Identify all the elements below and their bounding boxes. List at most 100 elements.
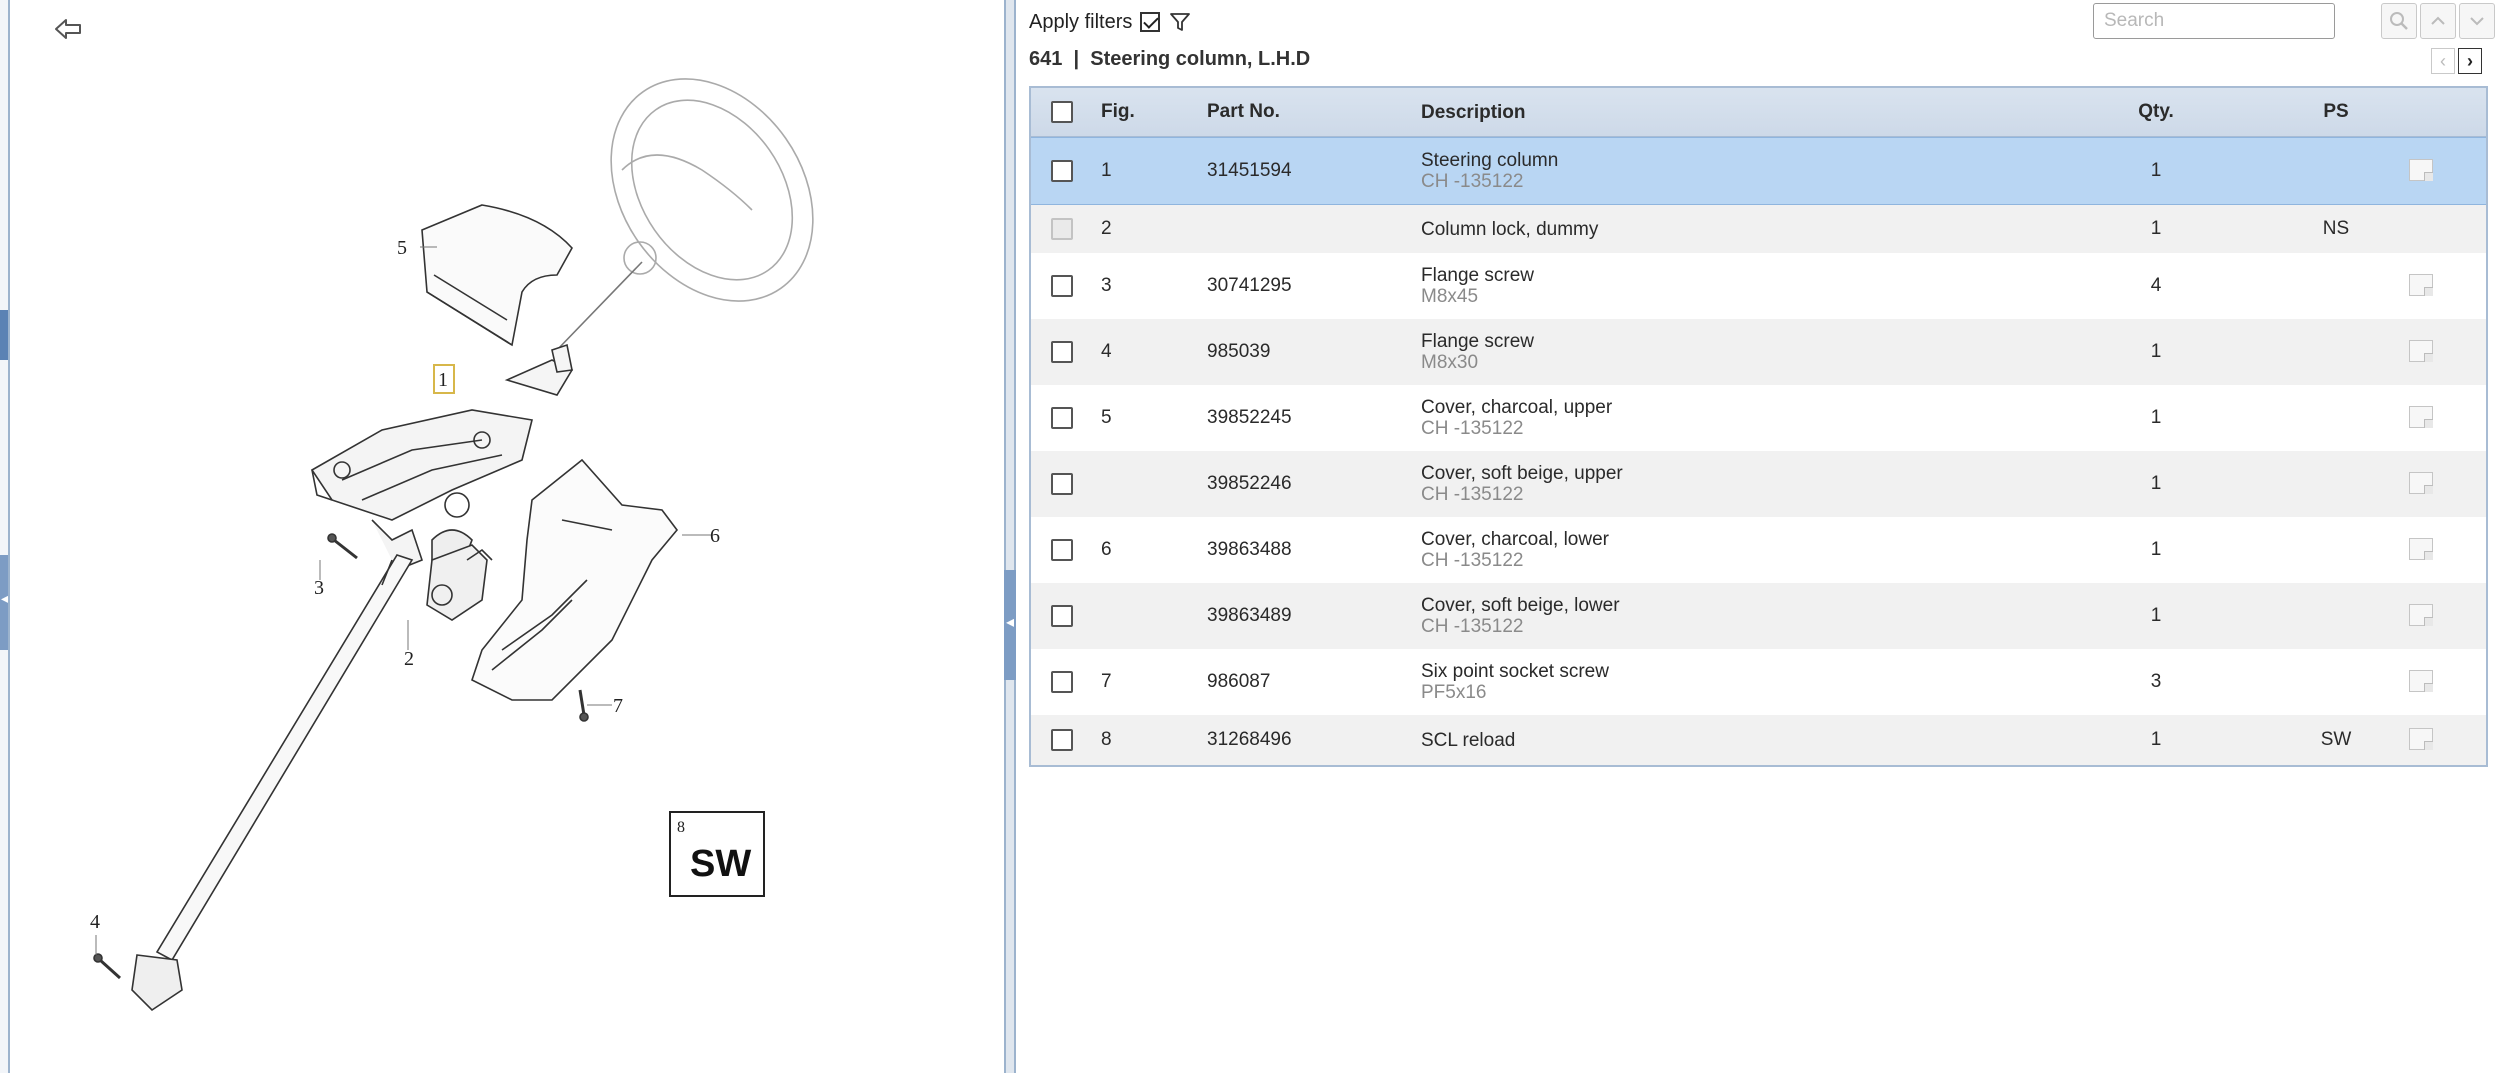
row-part-no: 31451594 (1207, 160, 1292, 181)
collapse-right-icon[interactable]: ◂ (1006, 612, 1014, 632)
table-row[interactable]: 6 39863488 Cover, charcoal, lower CH -13512… (1031, 517, 2486, 583)
row-checkbox[interactable] (1051, 473, 1073, 495)
chevron-up-icon (2431, 16, 2445, 25)
row-description-detail: PF5x16 (1421, 682, 1487, 703)
note-icon[interactable] (2409, 728, 2435, 752)
row-part-no: 39852246 (1207, 473, 1292, 494)
chevron-down-icon (2470, 17, 2484, 26)
row-description-text: SCL reload (1421, 729, 1516, 751)
next-match-button[interactable] (2459, 3, 2495, 39)
search-icon (2390, 12, 2408, 30)
note-icon[interactable] (2409, 274, 2435, 298)
callout-1[interactable]: 1 (438, 369, 448, 391)
row-ps: NS (2322, 218, 2350, 239)
row-description: Six point socket screw PF5x16 (1421, 661, 1609, 703)
row-fig: 4 (1101, 341, 1112, 362)
row-description: Cover, charcoal, lower CH -135122 (1421, 529, 1609, 571)
callout-7[interactable]: 7 (613, 695, 623, 717)
table-row[interactable]: 5 39852245 Cover, charcoal, upper CH -13512… (1031, 385, 2486, 451)
chevron-left-icon: ‹ (2440, 50, 2446, 71)
filter-icon[interactable] (1168, 10, 1192, 34)
left-edge-frame (0, 0, 10, 1073)
search-button[interactable] (2381, 3, 2417, 39)
header-part-no[interactable]: Part No. (1207, 101, 1280, 123)
row-checkbox[interactable] (1051, 160, 1073, 182)
callout-4[interactable]: 4 (90, 911, 100, 933)
row-fig: 3 (1101, 275, 1112, 296)
row-ps: SW (2320, 729, 2352, 750)
chevron-right-icon: › (2467, 50, 2473, 71)
table-row[interactable]: 8 31268496 SCL reload 1 SW (1031, 715, 2486, 765)
table-row[interactable]: 2 Column lock, dummy 1 NS (1031, 205, 2486, 253)
row-fig: 7 (1101, 671, 1112, 692)
row-description: Cover, charcoal, upper CH -135122 (1421, 397, 1612, 439)
header-ps[interactable]: PS (2301, 101, 2371, 123)
note-icon[interactable] (2409, 406, 2435, 430)
table-row[interactable]: 7 986087 Six point socket screw PF5x16 3 (1031, 649, 2486, 715)
panel-splitter[interactable] (1004, 0, 1016, 1073)
header-description[interactable]: Description (1421, 102, 1526, 123)
illustration-panel: 5 1 6 3 2 7 4 8 SW (12, 0, 1005, 1073)
svg-text:8: 8 (677, 819, 685, 836)
row-fig: 6 (1101, 539, 1112, 560)
note-icon[interactable] (2409, 340, 2435, 364)
table-row[interactable]: 1 31451594 Steering column CH -135122 1 (1031, 137, 2486, 205)
row-part-no: 39863488 (1207, 539, 1292, 560)
intermediate-shaft-drawing (131, 554, 414, 1012)
table-body: 1 31451594 Steering column CH -135122 1 2 Colu… (1031, 137, 2486, 765)
table-row[interactable]: 3 30741295 Flange screw M8x45 4 (1031, 253, 2486, 319)
callout-5[interactable]: 5 (397, 237, 407, 259)
table-row[interactable]: 39863489 Cover, soft beige, lower CH -1351… (1031, 583, 2486, 649)
steering-wheel-drawing (610, 78, 814, 302)
search-input[interactable] (2093, 3, 2335, 39)
row-fig: 5 (1101, 407, 1112, 428)
table-row[interactable]: 4 985039 Flange screw M8x30 1 (1031, 319, 2486, 385)
title-separator: | (1073, 48, 1080, 70)
row-checkbox[interactable] (1051, 539, 1073, 561)
row-qty: 4 (2150, 275, 2162, 296)
row-description: SCL reload (1421, 730, 1515, 751)
row-checkbox[interactable] (1051, 671, 1073, 693)
note-icon[interactable] (2409, 472, 2435, 496)
header-qty[interactable]: Qty. (2121, 101, 2191, 123)
note-icon[interactable] (2409, 604, 2435, 628)
select-all-checkbox[interactable] (1051, 101, 1073, 123)
row-checkbox (1051, 218, 1073, 240)
note-icon[interactable] (2409, 538, 2435, 562)
apply-filters-checkbox[interactable] (1140, 12, 1161, 32)
row-part-no: 31268496 (1207, 729, 1292, 750)
next-page-button[interactable]: › (2458, 48, 2482, 74)
upper-cover-drawing (421, 204, 573, 347)
sw-kit-box[interactable]: 8 SW (669, 811, 765, 897)
collapse-left-icon[interactable]: ◂ (1, 590, 8, 607)
header-fig[interactable]: Fig. (1101, 101, 1135, 123)
row-description-detail: CH -135122 (1421, 550, 1524, 571)
row-description-text: Flange screw (1421, 265, 1534, 286)
row-description: Flange screw M8x30 (1421, 331, 1534, 373)
row-checkbox[interactable] (1051, 729, 1073, 751)
note-icon[interactable] (2409, 159, 2435, 183)
row-qty: 1 (2150, 605, 2162, 626)
screw-part-3-drawing (327, 533, 358, 560)
row-description: Steering column CH -135122 (1421, 150, 1558, 192)
row-checkbox[interactable] (1051, 605, 1073, 627)
row-fig: 1 (1101, 160, 1112, 181)
row-checkbox[interactable] (1051, 341, 1073, 363)
page-title-text: Steering column, L.H.D (1090, 48, 1311, 70)
row-qty: 1 (2150, 218, 2162, 239)
note-icon[interactable] (2409, 670, 2435, 694)
row-description-detail: CH -135122 (1421, 484, 1524, 505)
callout-2[interactable]: 2 (404, 648, 414, 670)
previous-match-button[interactable] (2420, 3, 2456, 39)
previous-page-button[interactable]: ‹ (2431, 48, 2455, 74)
row-checkbox[interactable] (1051, 275, 1073, 297)
callout-3[interactable]: 3 (314, 577, 324, 599)
row-fig: 8 (1101, 729, 1112, 750)
row-description-text: Flange screw (1421, 331, 1534, 352)
left-edge-tab[interactable] (0, 310, 8, 360)
svg-text:SW: SW (690, 843, 751, 885)
callout-6[interactable]: 6 (710, 525, 720, 547)
table-row[interactable]: 39852246 Cover, soft beige, upper CH -1351… (1031, 451, 2486, 517)
row-checkbox[interactable] (1051, 407, 1073, 429)
parts-list-panel: Apply filters 641 | Steering column, L.H… (1017, 0, 2500, 1073)
